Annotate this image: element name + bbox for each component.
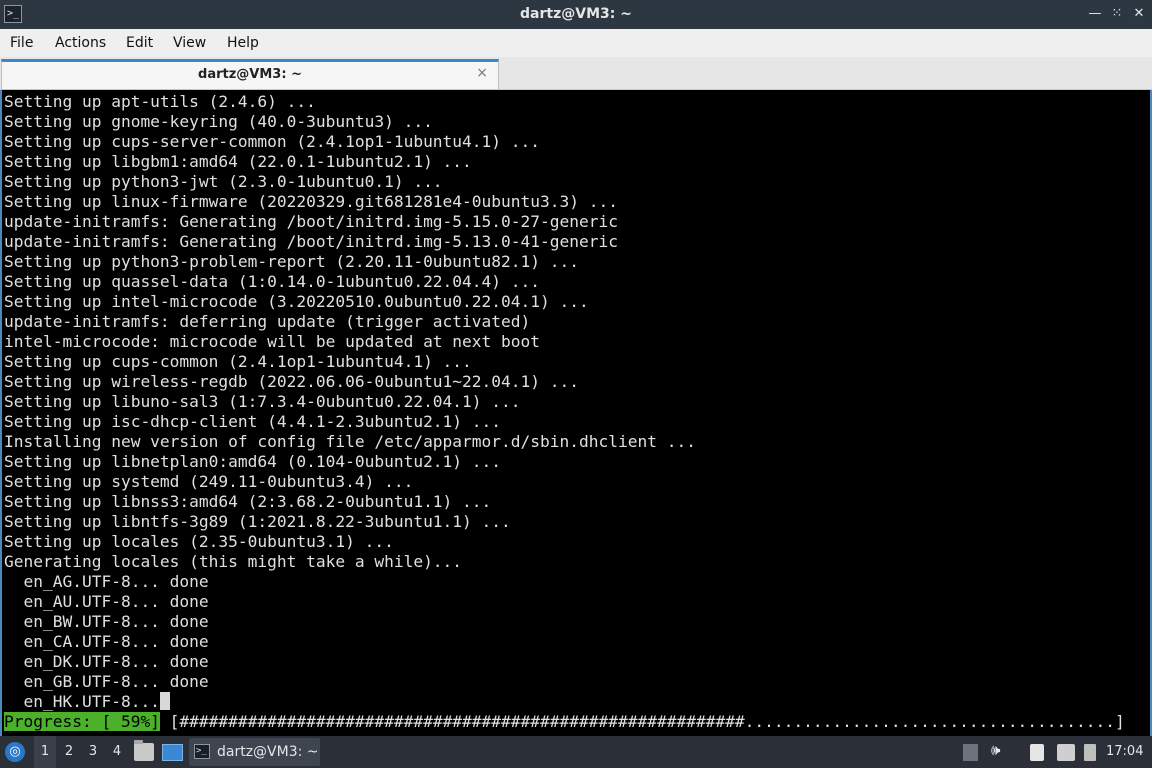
terminal-line: Setting up libnss3:amd64 (2:3.68.2-0ubun… bbox=[4, 492, 492, 511]
terminal-line: update-initramfs: deferring update (trig… bbox=[4, 312, 531, 331]
terminal-line: Setting up locales (2.35-0ubuntu3.1) ... bbox=[4, 532, 394, 551]
progress-label: Progress: [ 59%] bbox=[4, 712, 160, 731]
terminal-line-current: en_HK.UTF-8... bbox=[4, 692, 170, 712]
terminal-line: Setting up systemd (249.11-0ubuntu3.4) .… bbox=[4, 472, 414, 491]
clipboard-icon[interactable] bbox=[1030, 744, 1044, 761]
terminal-line: Generating locales (this might take a wh… bbox=[4, 552, 463, 571]
terminal-line: Setting up cups-server-common (2.4.1op1-… bbox=[4, 132, 541, 151]
terminal-line: Setting up intel-microcode (3.20220510.0… bbox=[4, 292, 589, 311]
terminal-line: Setting up python3-jwt (2.3.0-1ubuntu0.1… bbox=[4, 172, 443, 191]
terminal-line: Setting up linux-firmware (20220329.git6… bbox=[4, 192, 618, 211]
workspace-3[interactable]: 3 bbox=[82, 736, 104, 768]
battery-icon[interactable] bbox=[1084, 744, 1096, 761]
menu-actions[interactable]: Actions bbox=[55, 35, 106, 51]
terminal-line-text: en_HK.UTF-8... bbox=[4, 692, 160, 711]
tab-terminal[interactable]: dartz@VM3: ~ × bbox=[1, 59, 499, 89]
minimize-icon[interactable]: — bbox=[1087, 6, 1103, 22]
clock[interactable]: 17:04 bbox=[1106, 736, 1143, 768]
terminal-line: intel-microcode: microcode will be updat… bbox=[4, 332, 541, 351]
terminal-line: Setting up python3-problem-report (2.20.… bbox=[4, 252, 579, 271]
window-title: dartz@VM3: ~ bbox=[520, 6, 632, 22]
lubuntu-start-icon[interactable]: ◎ bbox=[5, 742, 25, 762]
show-desktop-icon[interactable] bbox=[162, 744, 183, 761]
file-manager-icon[interactable] bbox=[134, 740, 154, 761]
terminal-line: en_GB.UTF-8... done bbox=[4, 672, 209, 691]
terminal-line: Setting up libuno-sal3 (1:7.3.4-0ubuntu0… bbox=[4, 392, 521, 411]
workspace-2[interactable]: 2 bbox=[58, 736, 80, 768]
task-label: dartz@VM3: ~ bbox=[217, 744, 319, 760]
menu-bar: File Actions Edit View Help bbox=[0, 29, 1152, 57]
menu-edit[interactable]: Edit bbox=[126, 35, 153, 51]
terminal-line: update-initramfs: Generating /boot/initr… bbox=[4, 232, 618, 251]
terminal-line: Setting up wireless-regdb (2022.06.06-0u… bbox=[4, 372, 579, 391]
terminal-output[interactable]: Setting up apt-utils (2.4.6) ... Setting… bbox=[0, 90, 1152, 736]
menu-file[interactable]: File bbox=[10, 35, 33, 51]
terminal-line: Setting up libntfs-3g89 (1:2021.8.22-3ub… bbox=[4, 512, 511, 531]
network-icon[interactable] bbox=[1057, 744, 1075, 761]
terminal-icon: >_ bbox=[194, 744, 210, 759]
menu-view[interactable]: View bbox=[173, 35, 206, 51]
taskbar: ◎ 1 2 3 4 >_ dartz@VM3: ~ 🕪 17:04 bbox=[0, 736, 1152, 768]
workspace-1[interactable]: 1 bbox=[34, 736, 56, 768]
taskbar-terminal-button[interactable]: >_ dartz@VM3: ~ bbox=[189, 738, 320, 766]
terminal-line: Setting up isc-dhcp-client (4.4.1-2.3ubu… bbox=[4, 412, 502, 431]
tab-close-icon[interactable]: × bbox=[476, 65, 488, 81]
terminal-line: Setting up apt-utils (2.4.6) ... bbox=[4, 92, 316, 111]
terminal-line: en_BW.UTF-8... done bbox=[4, 612, 209, 631]
terminal-line: en_CA.UTF-8... done bbox=[4, 632, 209, 651]
tray-expand-icon[interactable] bbox=[963, 744, 978, 761]
terminal-line: Setting up libnetplan0:amd64 (0.104-0ubu… bbox=[4, 452, 502, 471]
menu-help[interactable]: Help bbox=[227, 35, 259, 51]
terminal-line: en_AU.UTF-8... done bbox=[4, 592, 209, 611]
progress-line: Progress: [ 59%] [######################… bbox=[4, 712, 1125, 732]
maximize-icon[interactable]: ⁙ bbox=[1109, 6, 1125, 22]
terminal-cursor bbox=[159, 692, 170, 710]
terminal-line: Installing new version of config file /e… bbox=[4, 432, 696, 451]
progress-bar: [#######################################… bbox=[159, 712, 1125, 731]
terminal-line: update-initramfs: Generating /boot/initr… bbox=[4, 212, 618, 231]
volume-icon[interactable]: 🕪 bbox=[991, 741, 1000, 759]
terminal-line: Setting up quassel-data (1:0.14.0-1ubunt… bbox=[4, 272, 541, 291]
terminal-line: en_AG.UTF-8... done bbox=[4, 572, 209, 591]
terminal-line: Setting up cups-common (2.4.1op1-1ubuntu… bbox=[4, 352, 472, 371]
terminal-line: Setting up libgbm1:amd64 (22.0.1-1ubuntu… bbox=[4, 152, 472, 171]
tab-label: dartz@VM3: ~ bbox=[198, 67, 302, 82]
terminal-line: Setting up gnome-keyring (40.0-3ubuntu3)… bbox=[4, 112, 433, 131]
window-titlebar[interactable]: >_ dartz@VM3: ~ — ⁙ ✕ bbox=[0, 0, 1152, 29]
close-icon[interactable]: ✕ bbox=[1131, 6, 1147, 22]
workspace-4[interactable]: 4 bbox=[106, 736, 128, 768]
terminal-line: en_DK.UTF-8... done bbox=[4, 652, 209, 671]
tab-bar: dartz@VM3: ~ × bbox=[0, 57, 1152, 90]
